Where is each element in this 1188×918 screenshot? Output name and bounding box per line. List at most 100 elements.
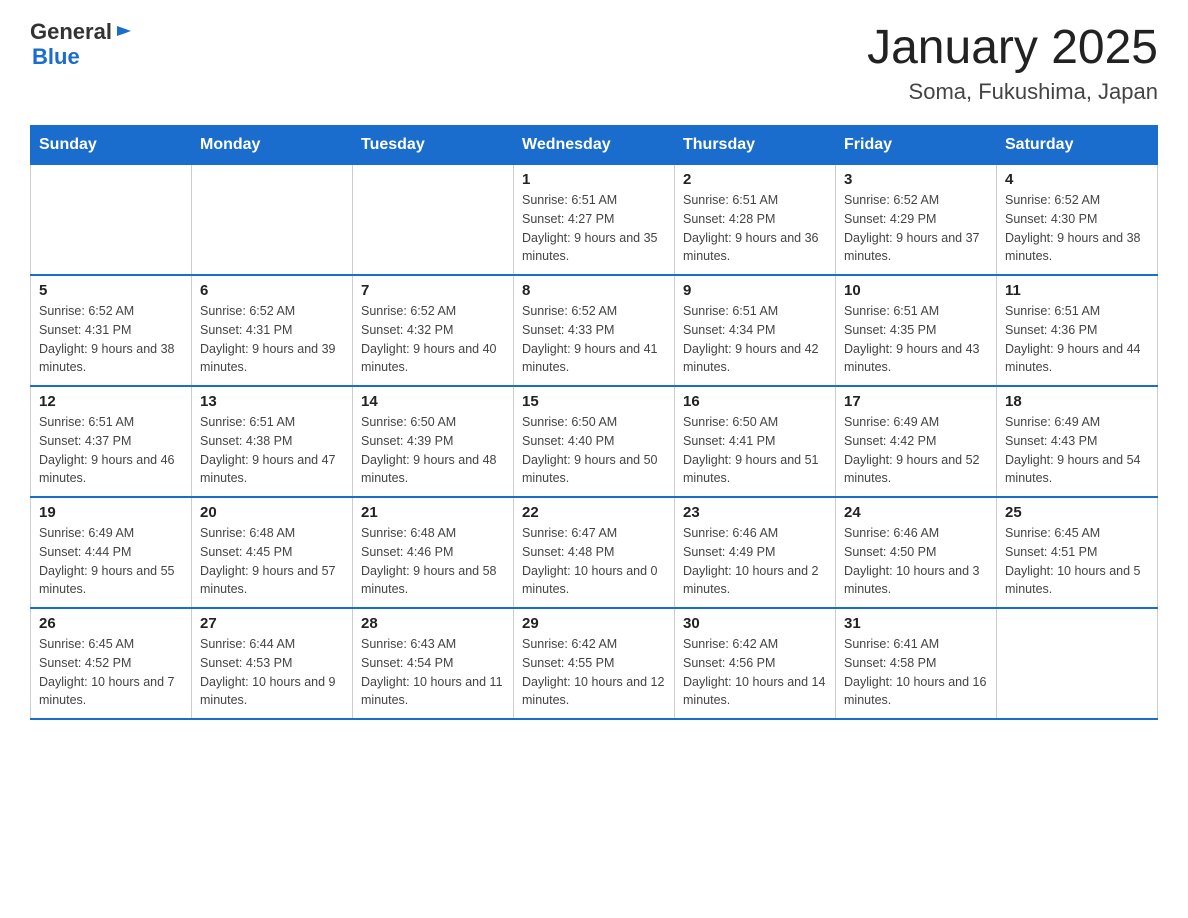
calendar-cell: 26Sunrise: 6:45 AMSunset: 4:52 PMDayligh… xyxy=(31,608,192,719)
day-number: 8 xyxy=(522,282,666,299)
calendar-cell: 11 Sunrise: 6:51 AMSunset: 4:36 PMDayligh… xyxy=(997,275,1158,386)
day-number: 7 xyxy=(361,282,505,299)
calendar-cell: 10Sunrise: 6:51 AMSunset: 4:35 PMDayligh… xyxy=(836,275,997,386)
weekday-header-wednesday: Wednesday xyxy=(514,126,675,165)
week-row-4: 19 Sunrise: 6:49 AMSunset: 4:44 PMDayligh… xyxy=(31,497,1158,608)
day-number: 28 xyxy=(361,615,505,632)
calendar-cell: 1Sunrise: 6:51 AMSunset: 4:27 PMDaylight… xyxy=(514,165,675,276)
day-number: 24 xyxy=(844,504,988,521)
day-number: 3 xyxy=(844,171,988,188)
logo: General Blue xyxy=(30,20,133,69)
day-info: Sunrise: 6:51 AMSunset: 4:36 PMDaylight:… xyxy=(1005,302,1149,377)
day-info: Sunrise: 6:42 AMSunset: 4:56 PMDaylight:… xyxy=(683,635,827,710)
day-info: Sunrise: 6:52 AMSunset: 4:30 PMDaylight:… xyxy=(1005,191,1149,266)
day-number: 30 xyxy=(683,615,827,632)
calendar-cell: 6Sunrise: 6:52 AMSunset: 4:31 PMDaylight… xyxy=(192,275,353,386)
calendar-header-row: SundayMondayTuesdayWednesdayThursdayFrid… xyxy=(31,126,1158,165)
logo-blue: Blue xyxy=(30,45,133,69)
calendar-cell: 20Sunrise: 6:48 AMSunset: 4:45 PMDayligh… xyxy=(192,497,353,608)
day-info: Sunrise: 6:43 AMSunset: 4:54 PMDaylight:… xyxy=(361,635,505,710)
calendar-cell: 23 Sunrise: 6:46 AMSunset: 4:49 PMDayligh… xyxy=(675,497,836,608)
calendar-cell: 27 Sunrise: 6:44 AMSunset: 4:53 PMDayligh… xyxy=(192,608,353,719)
day-info: Sunrise: 6:51 AMSunset: 4:28 PMDaylight:… xyxy=(683,191,827,266)
week-row-2: 5 Sunrise: 6:52 AMSunset: 4:31 PMDaylight… xyxy=(31,275,1158,386)
day-number: 21 xyxy=(361,504,505,521)
day-number: 27 xyxy=(200,615,344,632)
day-number: 17 xyxy=(844,393,988,410)
calendar-cell: 16 Sunrise: 6:50 AMSunset: 4:41 PMDayligh… xyxy=(675,386,836,497)
logo-arrow-icon xyxy=(115,22,133,40)
day-info: Sunrise: 6:51 AMSunset: 4:38 PMDaylight:… xyxy=(200,413,344,488)
calendar-cell: 5 Sunrise: 6:52 AMSunset: 4:31 PMDaylight… xyxy=(31,275,192,386)
day-number: 4 xyxy=(1005,171,1149,188)
calendar-title: January 2025 xyxy=(867,20,1158,75)
day-info: Sunrise: 6:48 AMSunset: 4:46 PMDaylight:… xyxy=(361,524,505,599)
day-info: Sunrise: 6:41 AMSunset: 4:58 PMDaylight:… xyxy=(844,635,988,710)
calendar-cell xyxy=(353,165,514,276)
calendar-cell xyxy=(31,165,192,276)
calendar-cell xyxy=(192,165,353,276)
day-info: Sunrise: 6:46 AMSunset: 4:49 PMDaylight:… xyxy=(683,524,827,599)
day-number: 12 xyxy=(39,393,183,410)
day-info: Sunrise: 6:50 AMSunset: 4:41 PMDaylight:… xyxy=(683,413,827,488)
calendar-table: SundayMondayTuesdayWednesdayThursdayFrid… xyxy=(30,125,1158,720)
calendar-cell: 22 Sunrise: 6:47 AMSunset: 4:48 PMDayligh… xyxy=(514,497,675,608)
day-info: Sunrise: 6:45 AMSunset: 4:51 PMDaylight:… xyxy=(1005,524,1149,599)
day-number: 2 xyxy=(683,171,827,188)
day-info: Sunrise: 6:52 AMSunset: 4:31 PMDaylight:… xyxy=(39,302,183,377)
weekday-header-monday: Monday xyxy=(192,126,353,165)
weekday-header-friday: Friday xyxy=(836,126,997,165)
calendar-cell: 4 Sunrise: 6:52 AMSunset: 4:30 PMDaylight… xyxy=(997,165,1158,276)
day-number: 25 xyxy=(1005,504,1149,521)
calendar-cell: 18 Sunrise: 6:49 AMSunset: 4:43 PMDayligh… xyxy=(997,386,1158,497)
day-info: Sunrise: 6:49 AMSunset: 4:44 PMDaylight:… xyxy=(39,524,183,599)
day-info: Sunrise: 6:52 AMSunset: 4:33 PMDaylight:… xyxy=(522,302,666,377)
day-info: Sunrise: 6:51 AMSunset: 4:34 PMDaylight:… xyxy=(683,302,827,377)
day-number: 31 xyxy=(844,615,988,632)
weekday-header-saturday: Saturday xyxy=(997,126,1158,165)
calendar-cell: 14 Sunrise: 6:50 AMSunset: 4:39 PMDayligh… xyxy=(353,386,514,497)
calendar-cell: 17Sunrise: 6:49 AMSunset: 4:42 PMDayligh… xyxy=(836,386,997,497)
day-info: Sunrise: 6:50 AMSunset: 4:39 PMDaylight:… xyxy=(361,413,505,488)
calendar-cell: 19 Sunrise: 6:49 AMSunset: 4:44 PMDayligh… xyxy=(31,497,192,608)
day-number: 5 xyxy=(39,282,183,299)
calendar-cell xyxy=(997,608,1158,719)
calendar-cell: 2 Sunrise: 6:51 AMSunset: 4:28 PMDaylight… xyxy=(675,165,836,276)
weekday-header-sunday: Sunday xyxy=(31,126,192,165)
day-info: Sunrise: 6:42 AMSunset: 4:55 PMDaylight:… xyxy=(522,635,666,710)
day-info: Sunrise: 6:49 AMSunset: 4:43 PMDaylight:… xyxy=(1005,413,1149,488)
week-row-3: 12 Sunrise: 6:51 AMSunset: 4:37 PMDayligh… xyxy=(31,386,1158,497)
calendar-cell: 30 Sunrise: 6:42 AMSunset: 4:56 PMDayligh… xyxy=(675,608,836,719)
calendar-cell: 15Sunrise: 6:50 AMSunset: 4:40 PMDayligh… xyxy=(514,386,675,497)
calendar-cell: 28 Sunrise: 6:43 AMSunset: 4:54 PMDayligh… xyxy=(353,608,514,719)
day-number: 18 xyxy=(1005,393,1149,410)
day-info: Sunrise: 6:51 AMSunset: 4:37 PMDaylight:… xyxy=(39,413,183,488)
calendar-cell: 29 Sunrise: 6:42 AMSunset: 4:55 PMDayligh… xyxy=(514,608,675,719)
day-number: 16 xyxy=(683,393,827,410)
calendar-cell: 25 Sunrise: 6:45 AMSunset: 4:51 PMDayligh… xyxy=(997,497,1158,608)
calendar-cell: 3 Sunrise: 6:52 AMSunset: 4:29 PMDaylight… xyxy=(836,165,997,276)
calendar-cell: 21 Sunrise: 6:48 AMSunset: 4:46 PMDayligh… xyxy=(353,497,514,608)
calendar-cell: 7Sunrise: 6:52 AMSunset: 4:32 PMDaylight… xyxy=(353,275,514,386)
day-number: 29 xyxy=(522,615,666,632)
day-number: 20 xyxy=(200,504,344,521)
calendar-cell: 12 Sunrise: 6:51 AMSunset: 4:37 PMDayligh… xyxy=(31,386,192,497)
day-info: Sunrise: 6:44 AMSunset: 4:53 PMDaylight:… xyxy=(200,635,344,710)
day-number: 14 xyxy=(361,393,505,410)
day-number: 26 xyxy=(39,615,183,632)
calendar-cell: 9Sunrise: 6:51 AMSunset: 4:34 PMDaylight… xyxy=(675,275,836,386)
day-info: Sunrise: 6:51 AMSunset: 4:27 PMDaylight:… xyxy=(522,191,666,266)
day-info: Sunrise: 6:47 AMSunset: 4:48 PMDaylight:… xyxy=(522,524,666,599)
day-info: Sunrise: 6:50 AMSunset: 4:40 PMDaylight:… xyxy=(522,413,666,488)
day-number: 22 xyxy=(522,504,666,521)
page-header: General Blue January 2025 Soma, Fukushim… xyxy=(30,20,1158,105)
calendar-cell: 31 Sunrise: 6:41 AMSunset: 4:58 PMDayligh… xyxy=(836,608,997,719)
day-info: Sunrise: 6:52 AMSunset: 4:29 PMDaylight:… xyxy=(844,191,988,266)
calendar-subtitle: Soma, Fukushima, Japan xyxy=(867,79,1158,105)
day-number: 6 xyxy=(200,282,344,299)
day-number: 19 xyxy=(39,504,183,521)
day-number: 23 xyxy=(683,504,827,521)
day-number: 11 xyxy=(1005,282,1149,299)
calendar-cell: 13Sunrise: 6:51 AMSunset: 4:38 PMDayligh… xyxy=(192,386,353,497)
day-info: Sunrise: 6:51 AMSunset: 4:35 PMDaylight:… xyxy=(844,302,988,377)
